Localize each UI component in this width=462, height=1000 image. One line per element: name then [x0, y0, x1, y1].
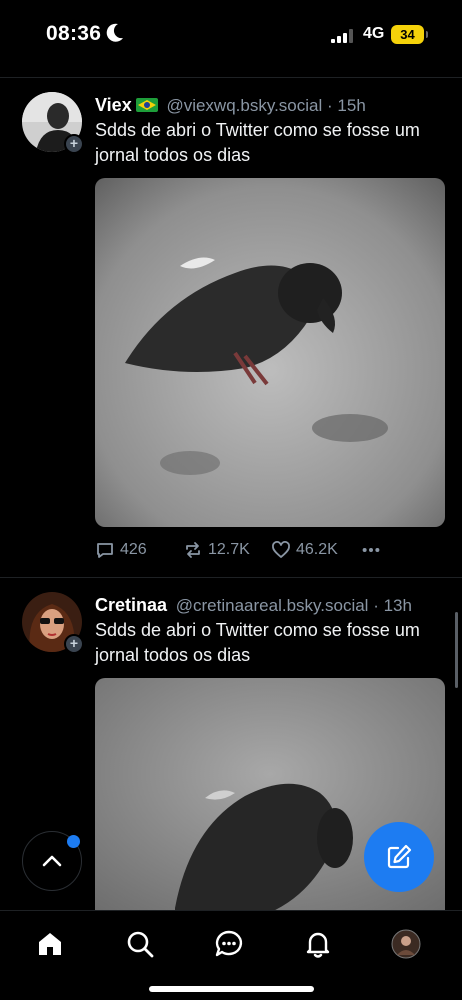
- separator-dot: ·: [373, 596, 379, 615]
- home-indicator: [149, 986, 314, 992]
- bell-icon: [306, 932, 330, 958]
- signal-icon: [331, 29, 353, 43]
- post-header: Viex @viexwq.bsky.social · 15h: [95, 92, 446, 118]
- scrollbar[interactable]: [455, 612, 458, 688]
- brazil-flag-icon: [135, 98, 158, 112]
- network-type: 4G: [363, 25, 385, 42]
- search-icon: [127, 931, 154, 958]
- status-bar: 08:36 4G 34: [0, 0, 462, 70]
- chat-icon: [215, 930, 243, 957]
- post-time[interactable]: 15h: [337, 96, 365, 115]
- tab-home[interactable]: [33, 927, 67, 961]
- battery-icon: 34: [391, 25, 428, 44]
- reply-button[interactable]: 426: [95, 538, 147, 562]
- post-time[interactable]: 13h: [384, 596, 412, 615]
- author-name[interactable]: Cretinaa: [95, 595, 167, 615]
- post-text: Sdds de abri o Twitter como se fosse um …: [95, 620, 420, 665]
- tab-profile[interactable]: [389, 927, 423, 961]
- new-posts-indicator: [67, 835, 80, 848]
- tab-notifications[interactable]: [301, 927, 335, 961]
- post-text: Sdds de abri o Twitter como se fosse um …: [95, 120, 420, 165]
- author-handle[interactable]: @cretinaareal.bsky.social: [176, 596, 369, 615]
- bottom-tab-bar: [0, 910, 462, 1000]
- tab-chat[interactable]: [212, 927, 246, 961]
- battery-level: 34: [400, 27, 415, 42]
- moon-icon: [106, 23, 123, 42]
- compose-button[interactable]: [364, 822, 434, 892]
- status-time: 08:36: [46, 22, 102, 45]
- like-count: 46.2K: [296, 541, 338, 558]
- repost-count: 12.7K: [208, 541, 250, 558]
- repost-icon: [186, 542, 200, 558]
- post-actions: 426 12.7K 46.2K: [95, 538, 395, 562]
- profile-avatar: [391, 929, 421, 959]
- more-dots-icon: [362, 548, 380, 552]
- follow-plus-icon[interactable]: +: [64, 634, 84, 654]
- chevron-up-icon: [42, 855, 62, 867]
- reply-icon: [97, 543, 113, 558]
- avatar[interactable]: +: [22, 592, 84, 654]
- reply-count: 426: [120, 541, 147, 558]
- separator-dot: ·: [327, 96, 333, 115]
- scroll-to-top-button[interactable]: [22, 831, 82, 891]
- more-options-button[interactable]: [361, 538, 381, 562]
- like-button[interactable]: 46.2K: [271, 538, 338, 562]
- tab-search[interactable]: [123, 927, 157, 961]
- author-name[interactable]: Viex: [95, 95, 132, 115]
- home-icon: [39, 933, 61, 955]
- author-handle[interactable]: @viexwq.bsky.social: [166, 96, 322, 115]
- follow-plus-icon[interactable]: +: [64, 134, 84, 154]
- post[interactable]: + Viex @viexwq.bsky.social · 15h Sdds de…: [0, 78, 462, 578]
- repost-button[interactable]: 12.7K: [183, 538, 250, 562]
- post-image[interactable]: [95, 178, 445, 527]
- avatar[interactable]: +: [22, 92, 84, 154]
- heart-icon: [272, 541, 290, 558]
- compose-icon: [387, 844, 412, 869]
- post-header: Cretinaa @cretinaareal.bsky.social · 13h: [95, 592, 446, 618]
